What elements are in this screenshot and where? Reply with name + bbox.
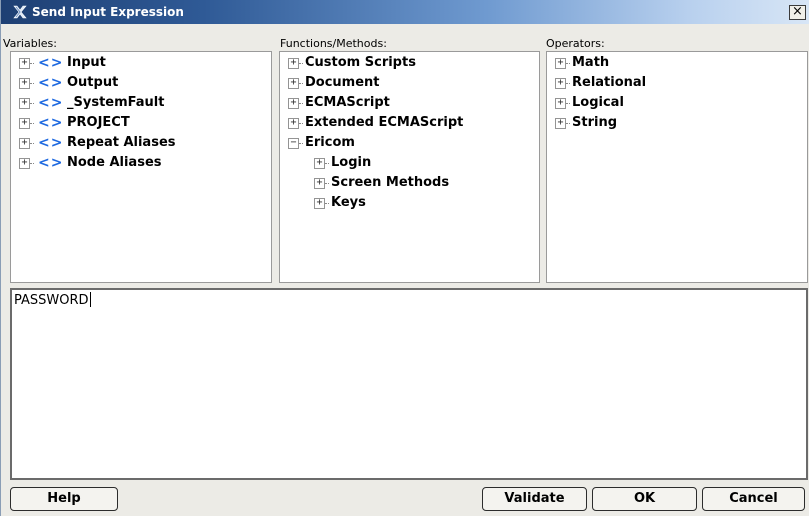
expand-icon[interactable]: + (19, 78, 30, 89)
expand-icon[interactable]: + (555, 118, 566, 129)
tree-item-label: Repeat Aliases (67, 135, 176, 150)
title-bar[interactable]: Send Input Expression × (1, 0, 809, 24)
tree-item-label: Document (305, 75, 380, 90)
ok-button[interactable]: OK (592, 487, 697, 511)
variable-brackets-icon: <> (38, 95, 64, 111)
send-input-expression-dialog: Send Input Expression × Variables: Funct… (0, 0, 809, 516)
expand-icon[interactable]: + (19, 98, 30, 109)
expand-icon[interactable]: + (19, 138, 30, 149)
collapse-icon[interactable]: − (288, 138, 299, 149)
expand-icon[interactable]: + (314, 178, 325, 189)
tree-item-label: Keys (331, 195, 366, 210)
variable-brackets-icon: <> (38, 75, 64, 91)
tree-item-label: ECMAScript (305, 95, 390, 110)
variables-header: Variables: (3, 37, 57, 50)
expand-icon[interactable]: + (288, 58, 299, 69)
expand-icon[interactable]: + (288, 78, 299, 89)
functions-tree[interactable]: + Custom Scripts + Document + ECMAScript… (279, 51, 540, 283)
functions-header: Functions/Methods: (280, 37, 387, 50)
tree-item-label: Custom Scripts (305, 55, 416, 70)
variable-brackets-icon: <> (38, 55, 64, 71)
variable-brackets-icon: <> (38, 115, 64, 131)
variable-brackets-icon: <> (38, 135, 64, 151)
expand-icon[interactable]: + (288, 118, 299, 129)
window-title: Send Input Expression (32, 5, 184, 19)
tree-item-label: Login (331, 155, 372, 170)
tree-item-label: PROJECT (67, 115, 130, 130)
expand-icon[interactable]: + (19, 58, 30, 69)
variable-brackets-icon: <> (38, 155, 64, 171)
tree-item-label: Ericom (305, 135, 355, 150)
expression-value: PASSWORD (14, 293, 89, 308)
tree-item-label: Extended ECMAScript (305, 115, 464, 130)
expand-icon[interactable]: + (19, 118, 30, 129)
tree-item-label: Relational (572, 75, 647, 90)
operators-tree[interactable]: + Math + Relational + Logical + String (546, 51, 808, 283)
tree-item-label: String (572, 115, 618, 130)
expand-icon[interactable]: + (19, 158, 30, 169)
tree-item-label: Input (67, 55, 106, 70)
tree-item-label: Math (572, 55, 610, 70)
validate-button[interactable]: Validate (482, 487, 587, 511)
expand-icon[interactable]: + (555, 78, 566, 89)
close-button[interactable]: × (789, 5, 806, 20)
expand-icon[interactable]: + (314, 158, 325, 169)
tree-item-label: Output (67, 75, 119, 90)
expand-icon[interactable]: + (288, 98, 299, 109)
operators-header: Operators: (546, 37, 605, 50)
help-button[interactable]: Help (10, 487, 118, 511)
expand-icon[interactable]: + (555, 98, 566, 109)
cancel-button[interactable]: Cancel (702, 487, 805, 511)
tree-item-label: _SystemFault (67, 95, 165, 110)
expression-text: PASSWORD (14, 292, 91, 308)
expression-editor[interactable]: PASSWORD (10, 288, 808, 480)
close-icon: × (792, 4, 803, 19)
tree-item-label: Screen Methods (331, 175, 450, 190)
text-caret (89, 292, 91, 307)
variables-tree[interactable]: + <> Input + <> Output + <> _SystemFault… (10, 51, 272, 283)
tree-item-label: Node Aliases (67, 155, 162, 170)
expand-icon[interactable]: + (555, 58, 566, 69)
tree-item-label: Logical (572, 95, 624, 110)
expand-icon[interactable]: + (314, 198, 325, 209)
app-icon (13, 5, 27, 19)
